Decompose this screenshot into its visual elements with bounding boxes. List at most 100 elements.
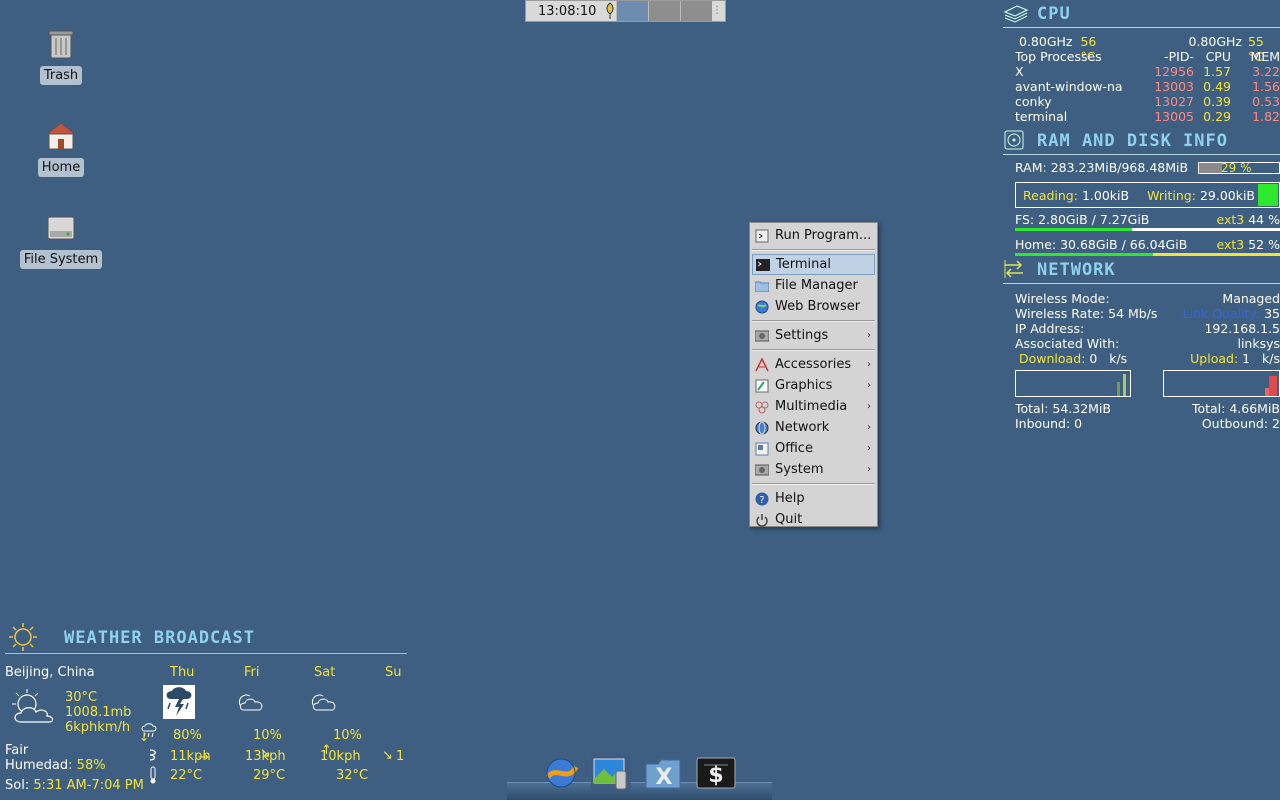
desktop-icon-trash[interactable]: Trash <box>16 26 106 85</box>
process-name: X <box>1015 64 1024 79</box>
sun-value: 5:31 AM-7:04 PM <box>33 778 144 793</box>
menu-separator <box>752 480 875 488</box>
assoc-label: Associated With: <box>1015 336 1120 351</box>
menu-item-graphics[interactable]: Graphics › <box>752 375 875 396</box>
assoc-value: linksys <box>1237 336 1280 351</box>
menu-item-terminal[interactable]: Terminal <box>752 254 875 275</box>
download-label: Download: <box>1019 351 1086 366</box>
weather-location: Beijing, China <box>5 665 95 680</box>
inbound: Inbound: 0 <box>1015 416 1083 431</box>
forecast-day-sat: Sat <box>314 665 336 680</box>
upload-graph-spike <box>1269 376 1277 396</box>
weather-title: WEATHER BROADCAST <box>64 627 255 648</box>
ram-section-title: RAM AND DISK INFO <box>1003 127 1280 155</box>
speed-row: Download: 0 k/s Upload: 1 k/s <box>1003 351 1280 366</box>
menu-item-quit[interactable]: Quit <box>752 509 875 530</box>
wind-arrow-icon: → <box>198 750 209 765</box>
fs-bar <box>1015 228 1280 231</box>
process-pid: 12956 <box>1154 64 1194 79</box>
ip-label: IP Address: <box>1015 321 1085 336</box>
wind-arrow-icon: ↘ <box>382 748 393 763</box>
run-icon <box>754 229 770 243</box>
process-pid: 13003 <box>1154 79 1194 94</box>
process-cpu: 0.39 <box>1203 94 1231 109</box>
forecast-day-thu: Thu <box>170 665 195 680</box>
desktop-icon-label: File System <box>19 250 103 269</box>
writing-label: Writing: <box>1147 187 1196 203</box>
menu-item-office[interactable]: Office › <box>752 438 875 459</box>
globe-icon <box>754 300 770 314</box>
chevron-right-icon: › <box>867 330 871 341</box>
menu-item-network[interactable]: Network › <box>752 417 875 438</box>
core2-temp: 55 °C <box>1247 34 1264 64</box>
menu-item-label: Network <box>775 420 830 435</box>
storm-icon <box>163 685 195 719</box>
current-wind: 6kphkm/h <box>65 720 131 735</box>
dock-browser[interactable] <box>541 756 581 794</box>
menu-item-settings[interactable]: Settings › <box>752 325 875 346</box>
root-menu: Run Program... Terminal File Manager Web… <box>749 222 878 527</box>
partly-cloudy-icon <box>237 690 267 718</box>
home-folder-icon <box>43 118 79 154</box>
menu-item-label: Run Program... <box>775 228 872 243</box>
settings-icon <box>754 329 770 343</box>
current-temp: 30°C <box>65 690 98 705</box>
chevron-right-icon: › <box>867 401 871 412</box>
core2-freq: 0.80GHz <box>1188 34 1242 49</box>
menu-item-system[interactable]: System › <box>752 459 875 480</box>
menu-item-run-program[interactable]: Run Program... <box>752 225 875 246</box>
sun-label: Sol: <box>5 778 30 793</box>
fs-row: FS: 2.80GiB / 7.27GiB ext3 44 % <box>1003 212 1280 227</box>
wind-arrow-icon: ↘ <box>260 746 271 761</box>
menu-item-help[interactable]: ? Help <box>752 488 875 509</box>
dock-image-viewer[interactable] <box>591 756 631 794</box>
desktop-icon-home[interactable]: Home <box>16 118 106 177</box>
menu-item-web-browser[interactable]: Web Browser <box>752 296 875 317</box>
wind-legend-icon <box>147 748 159 768</box>
precip-sat: 10% <box>333 728 362 743</box>
process-mem: 3.22 <box>1252 64 1280 79</box>
dock-x-app[interactable]: X <box>643 756 683 794</box>
wind-arrow-icon: ↑ <box>321 743 332 758</box>
process-mem: 0.53 <box>1252 94 1280 109</box>
desktop-icon-file-system[interactable]: File System <box>16 210 106 269</box>
menu-item-file-manager[interactable]: File Manager <box>752 275 875 296</box>
multimedia-icon <box>754 400 770 414</box>
tray-icon[interactable] <box>604 2 616 20</box>
terminal-icon <box>755 258 771 272</box>
clock-pager-panel: 13:08:10 ⋮ <box>525 0 726 22</box>
total-upload: Total: 4.66MiB <box>1191 401 1280 416</box>
reading-value: 1.00kiB <box>1081 187 1130 203</box>
panel-grip[interactable]: ⋮ <box>712 1 722 21</box>
desktop-icon-label: Trash <box>39 66 83 85</box>
workspace-2[interactable] <box>648 1 680 21</box>
weather-title-bar: WEATHER BROADCAST <box>5 622 407 654</box>
net-inbound-row: Inbound: 0 Outbound: 2 <box>1003 416 1280 431</box>
write-activity-bar <box>1258 184 1278 206</box>
ip-row: IP Address: 192.168.1.5 <box>1003 321 1280 336</box>
menu-item-multimedia[interactable]: Multimedia › <box>752 396 875 417</box>
wind-sun: 1 <box>396 749 405 764</box>
precip-fri: 10% <box>253 728 282 743</box>
cpu-title: CPU <box>1037 3 1071 24</box>
process-pid: 13005 <box>1154 109 1194 124</box>
workspace-3[interactable] <box>680 1 712 21</box>
thermometer-icon <box>148 766 158 788</box>
ram-row: RAM: 283.23MiB/968.48MiB 29 % <box>1003 160 1280 176</box>
clock[interactable]: 13:08:10 <box>526 4 604 19</box>
upload-graph-spike <box>1265 388 1269 396</box>
network-title: NETWORK <box>1037 259 1116 280</box>
dock-terminal-app[interactable]: $ <box>696 756 736 794</box>
fs-text: FS: 2.80GiB / 7.27GiB <box>1015 212 1150 227</box>
menu-item-label: Terminal <box>776 257 831 272</box>
process-cpu: 1.57 <box>1203 64 1231 79</box>
temp-sat: 32°C <box>336 768 369 783</box>
workspace-1[interactable] <box>616 1 648 21</box>
menu-item-label: System <box>775 462 824 477</box>
assoc-row: Associated With: linksys <box>1003 336 1280 351</box>
network-section-title: NETWORK <box>1003 256 1280 284</box>
terminal-app-icon: $ <box>696 757 736 793</box>
menu-item-accessories[interactable]: Accessories › <box>752 354 875 375</box>
dock: X $ <box>507 756 772 800</box>
menu-separator <box>752 246 875 254</box>
